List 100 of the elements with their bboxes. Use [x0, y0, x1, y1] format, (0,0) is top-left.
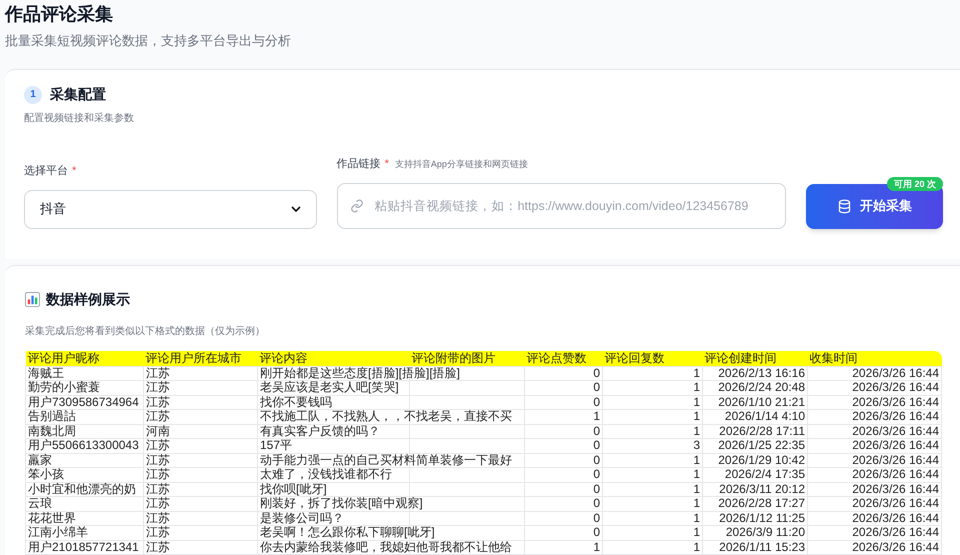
- section-title: 数据样例展示: [46, 290, 130, 309]
- table-cell: 1: [593, 409, 600, 423]
- table-cell: 1: [693, 394, 700, 408]
- section-subtitle: 采集完成后您将看到类似以下格式的数据（仅为示例）: [25, 324, 265, 339]
- table-cell: 2026/3/26 16:44: [852, 540, 939, 554]
- table-cell: 1: [693, 380, 700, 394]
- required-mark: *: [384, 157, 389, 172]
- table-cell: 3: [693, 438, 700, 452]
- column-header: 评论附带的图片: [410, 351, 524, 366]
- table-cell: 0: [593, 482, 600, 496]
- table-cell: 2026/2/24 20:48: [718, 380, 805, 394]
- table-cell: 江苏: [146, 510, 170, 524]
- quota-badge: 可用 20 次: [886, 176, 943, 190]
- table-cell: 动手能力强一点的自己买材料简单装修一下最好: [260, 452, 512, 466]
- table-cell: 找你不要钱吗: [260, 394, 332, 408]
- table-cell: 江苏: [146, 452, 170, 466]
- table-cell: 江苏: [146, 380, 170, 394]
- table-cell: 2026/3/26 16:44: [852, 380, 939, 394]
- column-header: 评论回复数: [602, 351, 702, 366]
- table-cell: 2026/1/12 11:25: [719, 510, 805, 524]
- table-cell: 2026/3/11 20:12: [719, 482, 805, 496]
- database-icon: [837, 198, 852, 214]
- table-cell: 1: [693, 510, 700, 524]
- table-cell: 2026/3/26 16:44: [852, 482, 939, 496]
- table-cell: 2026/3/26 16:44: [852, 510, 939, 524]
- table-cell: 0: [593, 496, 600, 510]
- table-cell: 2026/3/9 11:20: [726, 525, 805, 539]
- section-subtitle: 配置视频链接和采集参数: [24, 112, 134, 126]
- column-header: 评论用户所在城市: [144, 351, 258, 366]
- table-cell: 江苏: [146, 482, 170, 496]
- column-header: 收集时间: [808, 351, 942, 366]
- table-cell: 刚装好，拆了找你装[暗中观察]: [260, 496, 423, 510]
- table-cell: 2026/3/26 16:44: [852, 409, 939, 423]
- table-cell: 用户5506613300043: [28, 438, 139, 452]
- table-cell: 勤劳的小蜜蓑: [28, 380, 100, 394]
- table-cell: 1: [693, 409, 700, 423]
- table-cell: 羸家: [28, 452, 52, 466]
- field-hint: 支持抖音App分享链接和网页链接: [394, 158, 528, 171]
- field-label: 作品链接: [336, 156, 381, 172]
- table-cell: 1: [693, 496, 700, 510]
- column-header: 评论点赞数: [524, 351, 602, 366]
- table-cell: 1: [593, 540, 600, 554]
- table-cell: 告别過詁: [28, 409, 76, 423]
- table-cell: 2026/2/4 17:35: [724, 467, 805, 481]
- step-number: 1: [24, 86, 42, 104]
- table-cell: 2026/3/26 16:44: [852, 525, 939, 539]
- table-cell: 有真实客户反馈的吗？: [260, 424, 380, 438]
- table-cell: 笨小孩: [28, 467, 64, 481]
- table-cell: 用户2101857721341: [28, 540, 139, 554]
- table-cell: 1: [693, 482, 700, 496]
- table-cell: 刚开始都是这些态度[捂脸][捂脸][捂脸]: [260, 366, 460, 380]
- table-cell: 江苏: [146, 394, 170, 408]
- page-title: 作品评论采集: [5, 3, 113, 26]
- table-cell: 2026/3/26 16:44: [852, 424, 939, 438]
- table-cell: 2026/3/26 16:44: [852, 366, 939, 380]
- table-cell: 0: [593, 424, 600, 438]
- table-cell: 157平: [260, 438, 292, 452]
- table-cell: 江苏: [146, 540, 170, 554]
- bar-chart-icon: [25, 292, 40, 307]
- table-cell: 2026/2/13 16:16: [718, 366, 805, 380]
- table-cell: 0: [593, 467, 600, 481]
- table-cell: 江苏: [146, 496, 170, 510]
- table-cell: 1: [693, 452, 700, 466]
- table-cell: 1: [693, 366, 700, 380]
- required-mark: *: [72, 164, 76, 179]
- table-cell: 你去内蒙给我装修吧，我媳妇他哥我都不让他给: [260, 540, 512, 554]
- column-header: 评论创建时间: [702, 351, 808, 366]
- column-header: 评论用户昵称: [26, 351, 144, 366]
- table-cell: 江苏: [146, 438, 170, 452]
- platform-select[interactable]: 抖音: [24, 190, 317, 228]
- table-cell: 0: [593, 380, 600, 394]
- table-cell: 用户7309586734964: [28, 394, 139, 408]
- table-cell: 老吴应该是老实人吧[笑哭]: [260, 380, 399, 394]
- table-cell: 1: [693, 525, 700, 539]
- table-cell: 0: [593, 394, 600, 408]
- table-cell: 0: [593, 510, 600, 524]
- table-cell: 云琅: [28, 496, 52, 510]
- table-cell: 2026/1/25 22:35: [718, 438, 805, 452]
- table-cell: 2026/3/26 16:44: [852, 496, 939, 510]
- table-cell: 太难了，没钱找谁都不行: [260, 467, 392, 481]
- section-title: 采集配置: [50, 85, 106, 104]
- table-cell: 1: [693, 540, 700, 554]
- table-cell: 2026/2/28 17:11: [719, 424, 805, 438]
- table-cell: 找你呗[呲牙]: [260, 482, 327, 496]
- link-icon: [350, 198, 364, 212]
- table-cell: 花花世界: [28, 510, 76, 524]
- link-input[interactable]: 粘贴抖音视频链接，如：https://www.douyin.com/video/123456789: [336, 182, 786, 228]
- table-cell: 2026/1/10 21:21: [718, 394, 805, 408]
- table-cell: 江苏: [146, 467, 170, 481]
- page-subtitle: 批量采集短视频评论数据，支持多平台导出与分析: [5, 32, 291, 50]
- table-cell: 江苏: [146, 366, 170, 380]
- table-cell: 河南: [146, 424, 170, 438]
- table-cell: 老吴啊！怎么跟你私下聊聊[呲牙]: [260, 525, 435, 539]
- table-cell: 海贼王: [28, 366, 64, 380]
- table-cell: 2026/3/26 16:44: [852, 394, 939, 408]
- column-header: 评论内容: [258, 351, 410, 366]
- chevron-down-icon: [290, 206, 301, 212]
- table-cell: 0: [593, 525, 600, 539]
- table-cell: 南魏北周: [28, 424, 76, 438]
- table-cell: 2026/2/28 17:27: [718, 496, 805, 510]
